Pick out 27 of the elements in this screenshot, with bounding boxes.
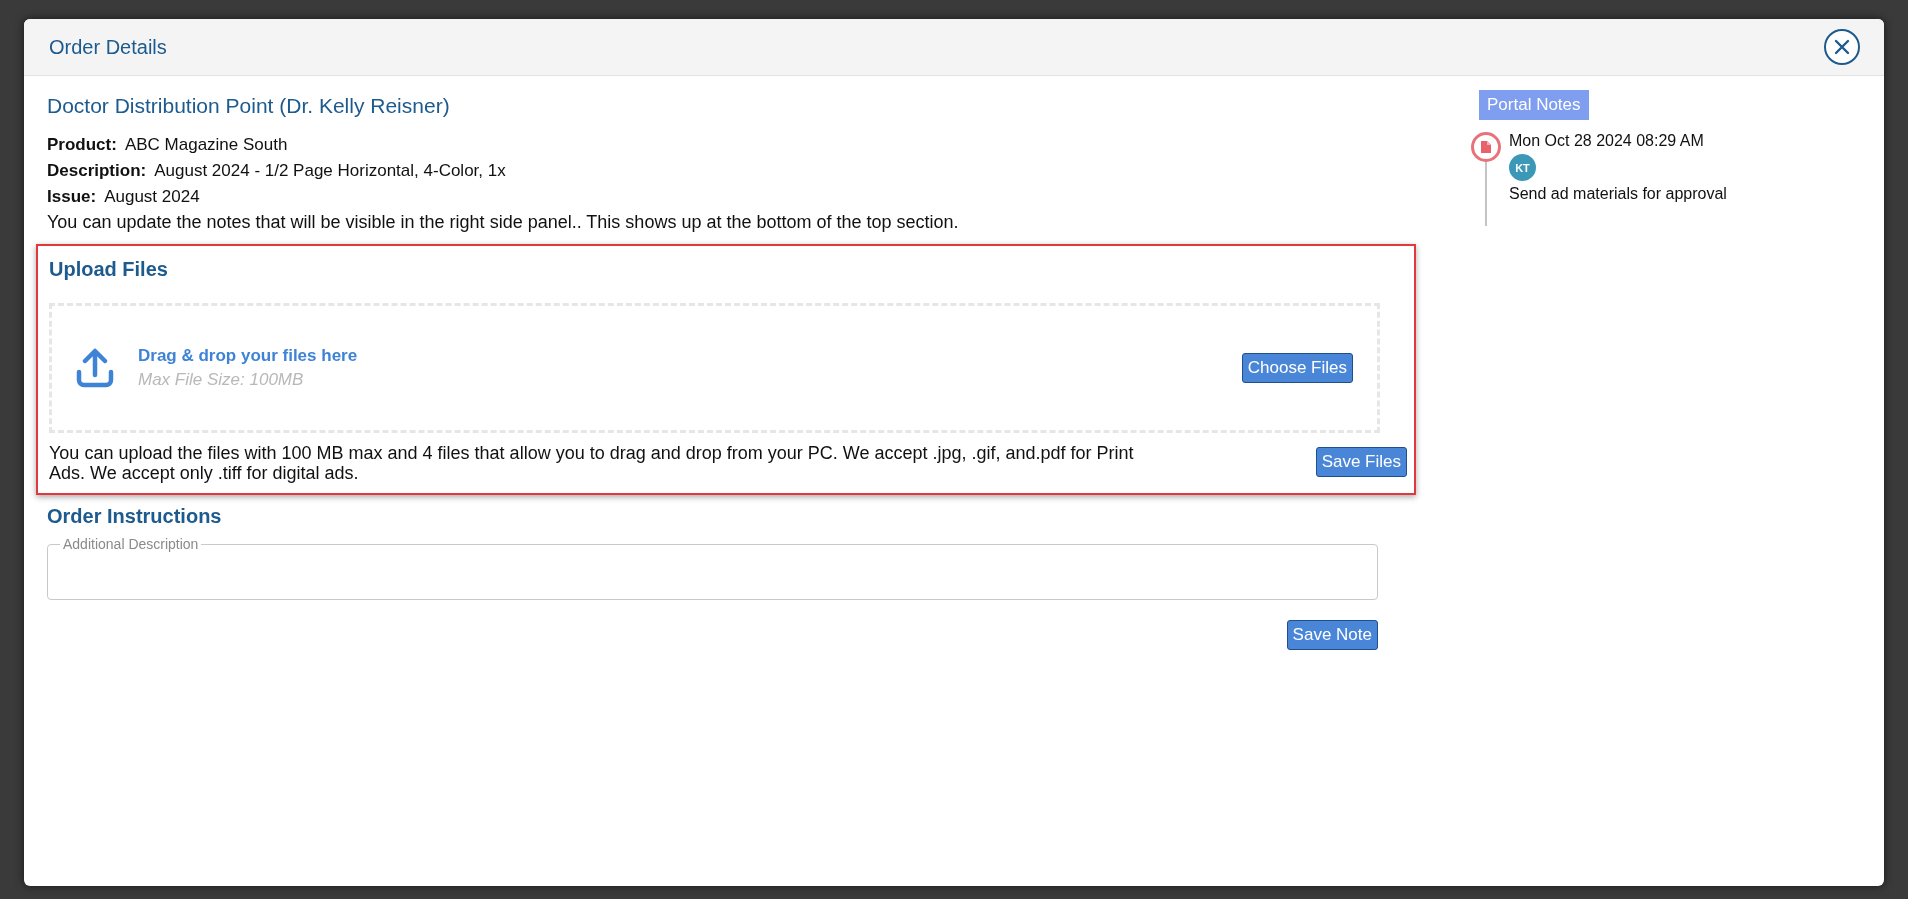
field-value: ABC Magazine South — [124, 134, 288, 156]
portal-notes-tag: Portal Notes — [1479, 90, 1589, 120]
field-label: Description: — [47, 160, 147, 182]
note-text: Send ad materials for approval — [1509, 185, 1727, 203]
max-size-text: Max File Size: 100MB — [138, 370, 305, 390]
drop-title: Drag & drop your files here — [138, 346, 359, 366]
description-field[interactable]: Additional Description — [47, 536, 1378, 600]
note-date: Mon Oct 28 2024 08:29 AM — [1509, 132, 1704, 150]
save-files-button[interactable]: Save Files — [1315, 447, 1407, 477]
document-icon — [1471, 132, 1501, 162]
upload-help-text: You can upload the files with 100 MB max and 4 files that allow you to drag and drop from your PC. We accept .jpg, .gif, and.pdf for Print Ads. We accept only .tiff for digital ads. — [49, 443, 1135, 483]
field-value: August 2024 — [104, 186, 200, 208]
close-button[interactable] — [1824, 29, 1860, 65]
section-title: Upload Files — [49, 258, 169, 281]
section-title: Order Instructions — [47, 505, 223, 528]
close-icon — [1834, 39, 1850, 55]
field-value: August 2024 - 1/2 Page Horizontal, 4-Color, 1x — [154, 160, 506, 182]
save-note-button[interactable]: Save Note — [1286, 620, 1378, 650]
user-avatar: KT — [1509, 154, 1536, 181]
order-note: You can update the notes that will be visible in the right side panel.. This shows up at the bottom of the top section. — [47, 211, 960, 234]
choose-files-button[interactable]: Choose Files — [1241, 353, 1353, 383]
order-name: Doctor Distribution Point (Dr. Kelly Reisner) — [47, 94, 451, 118]
dialog-title: Order Details — [49, 35, 167, 59]
upload-icon — [76, 348, 114, 388]
field-label: Product: — [47, 134, 117, 156]
field-label: Issue: — [47, 186, 97, 208]
drop-zone[interactable]: Drag & drop your files here Max File Size: 100MB Choose Files — [49, 303, 1380, 433]
